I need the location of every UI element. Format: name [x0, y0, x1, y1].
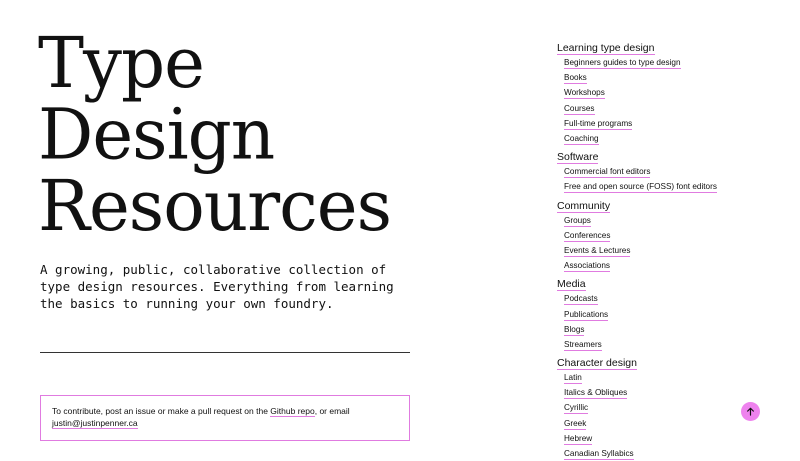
table-of-contents: Learning type design Beginners guides to …: [557, 38, 777, 461]
scroll-to-top-button[interactable]: [741, 402, 760, 421]
toc-item-link[interactable]: Podcasts: [564, 294, 598, 306]
toc-item-link[interactable]: Courses: [564, 104, 595, 115]
list-item: Italics & Obliques: [557, 386, 777, 401]
toc-item-list: Commercial font editors Free and open sou…: [557, 165, 777, 195]
title-line-3: Resources: [38, 165, 392, 248]
email-link[interactable]: justin@justinpenner.ca: [52, 418, 138, 429]
toc-item-link[interactable]: Streamers: [564, 340, 602, 351]
list-item: Full-time programs: [557, 117, 777, 132]
toc-item-link[interactable]: Associations: [564, 261, 610, 273]
list-item: Groups: [557, 214, 777, 229]
toc-item-link[interactable]: Conferences: [564, 231, 611, 242]
divider: [40, 352, 410, 353]
toc-heading-link[interactable]: Learning type design: [557, 42, 655, 55]
toc-item-link[interactable]: Greek: [564, 419, 587, 430]
toc-item-link[interactable]: Events & Lectures: [564, 246, 631, 257]
toc-item-link[interactable]: Publications: [564, 310, 609, 321]
toc-item-link[interactable]: Books: [564, 73, 587, 85]
list-item: Beginners guides to type design: [557, 56, 777, 71]
arrow-up-icon: [747, 407, 754, 416]
toc-item-link[interactable]: Italics & Obliques: [564, 388, 628, 400]
toc-item-link[interactable]: Hebrew: [564, 434, 593, 445]
title-line-1: Type: [38, 22, 205, 105]
toc-item-list: Groups Conferences Events & Lectures Associ…: [557, 214, 777, 275]
list-item: Latin: [557, 371, 777, 386]
list-item: Commercial font editors: [557, 165, 777, 180]
page-title: Type Design Resources: [38, 22, 392, 248]
intro-text: A growing, public, collaborative collect…: [40, 262, 394, 311]
list-item: Workshops: [557, 86, 777, 101]
page: Type Design Resources A growing, public,…: [0, 0, 800, 461]
toc-item-link[interactable]: Workshops: [564, 88, 605, 100]
toc-heading-link[interactable]: Software: [557, 151, 599, 165]
contribute-text-before: To contribute, post an issue or make a p…: [52, 406, 271, 416]
toc-item-link[interactable]: Canadian Syllabics: [564, 449, 634, 461]
toc-section: Software Commercial font editors Free and …: [557, 147, 777, 195]
toc-item-list: Beginners guides to type design Books Work…: [557, 56, 777, 147]
list-item: Associations: [557, 259, 777, 274]
list-item: Events & Lectures: [557, 244, 777, 259]
toc-item-link[interactable]: Commercial font editors: [564, 167, 651, 179]
list-item: Courses: [557, 102, 777, 117]
toc-item-link[interactable]: Cyrillic: [564, 403, 589, 415]
toc-section: Learning type design Beginners guides to …: [557, 38, 777, 147]
toc-item-link[interactable]: Coaching: [564, 134, 599, 146]
toc-heading-link[interactable]: Media: [557, 278, 586, 292]
toc-item-link[interactable]: Groups: [564, 216, 591, 227]
contribute-text-middle: , or email: [314, 406, 350, 416]
list-item: Podcasts: [557, 292, 777, 307]
list-item: Free and open source (FOSS) font editors: [557, 180, 777, 195]
toc-heading-link[interactable]: Character design: [557, 357, 637, 370]
toc-item-link[interactable]: Beginners guides to type design: [564, 58, 681, 70]
toc-item-link[interactable]: Latin: [564, 373, 582, 385]
toc-item-link[interactable]: Blogs: [564, 325, 585, 336]
toc-item-link[interactable]: Free and open source (FOSS) font editors: [564, 182, 717, 194]
toc-section: Media Podcasts Publications Blogs Streamers: [557, 274, 777, 353]
list-item: Coaching: [557, 132, 777, 147]
list-item: Canadian Syllabics: [557, 447, 777, 461]
toc-section: Community Groups Conferences Events & Lectu…: [557, 196, 777, 275]
list-item: Blogs: [557, 323, 777, 338]
list-item: Hebrew: [557, 432, 777, 447]
list-item: Publications: [557, 307, 777, 322]
list-item: Conferences: [557, 229, 777, 244]
github-repo-link[interactable]: Github repo: [270, 406, 315, 417]
toc-heading-link[interactable]: Community: [557, 200, 611, 213]
toc-item-list: Podcasts Publications Blogs Streamers: [557, 292, 777, 353]
list-item: Streamers: [557, 338, 777, 353]
list-item: Books: [557, 71, 777, 86]
contribute-box: To contribute, post an issue or make a p…: [40, 395, 410, 441]
title-line-2: Design: [38, 94, 275, 176]
toc-item-link[interactable]: Full-time programs: [564, 119, 633, 130]
